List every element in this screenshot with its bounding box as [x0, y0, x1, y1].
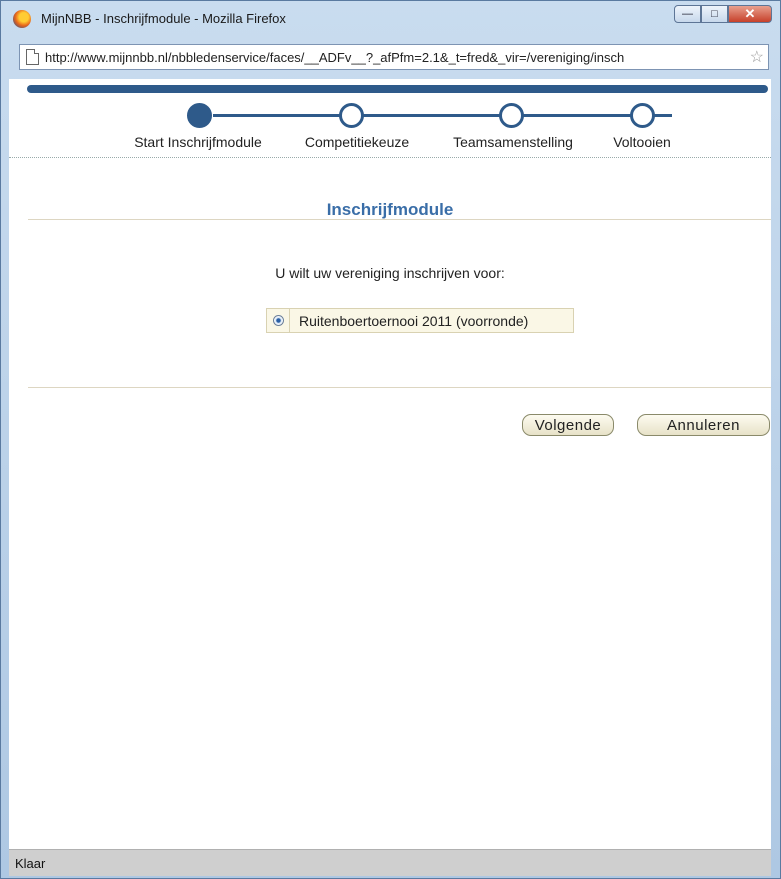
train-step-start-node: [187, 103, 212, 128]
maximize-icon: □: [711, 8, 718, 20]
train-step-voltooien-label[interactable]: Voltooien: [613, 134, 671, 150]
train-step-teamsamenstelling-label[interactable]: Teamsamenstelling: [453, 134, 573, 150]
competition-option[interactable]: Ruitenboertoernooi 2011 (voorronde): [266, 308, 574, 333]
firefox-icon: [13, 10, 31, 28]
progress-train: Start Inschrijfmodule Competitiekeuze Te…: [9, 79, 771, 169]
window-title: MijnNBB - Inschrijfmodule - Mozilla Fire…: [41, 11, 286, 26]
registration-prompt: U wilt uw vereniging inschrijven voor:: [275, 265, 505, 281]
maximize-button[interactable]: □: [701, 5, 728, 23]
close-icon: ✕: [744, 6, 756, 21]
cancel-button[interactable]: Annuleren: [637, 414, 770, 436]
train-step-competitiekeuze-label[interactable]: Competitiekeuze: [305, 134, 409, 150]
page-icon: [26, 49, 39, 65]
train-step-start-label: Start Inschrijfmodule: [134, 134, 262, 150]
minimize-icon: —: [682, 8, 693, 20]
close-button[interactable]: ✕: [728, 5, 772, 23]
next-button[interactable]: Volgende: [522, 414, 614, 436]
heading-divider: [28, 219, 771, 220]
title-bar: MijnNBB - Inschrijfmodule - Mozilla Fire…: [1, 1, 780, 39]
train-connector: [213, 114, 672, 117]
star-icon[interactable]: ☆: [750, 47, 764, 67]
address-bar[interactable]: http://www.mijnnbb.nl/nbbledenservice/fa…: [19, 44, 769, 70]
section-divider: [28, 387, 771, 388]
url-text[interactable]: http://www.mijnnbb.nl/nbbledenservice/fa…: [45, 50, 746, 65]
train-step-competitiekeuze-node[interactable]: [339, 103, 364, 128]
status-text: Klaar: [15, 855, 46, 871]
page-content: Start Inschrijfmodule Competitiekeuze Te…: [9, 79, 771, 849]
radio-cell[interactable]: [267, 309, 290, 332]
train-divider: [9, 157, 771, 158]
train-step-teamsamenstelling-node[interactable]: [499, 103, 524, 128]
radio-selected-icon[interactable]: [272, 315, 284, 326]
page-title: Inschrijfmodule: [326, 200, 454, 219]
status-bar: Klaar: [9, 849, 771, 876]
minimize-button[interactable]: —: [674, 5, 701, 23]
train-step-voltooien-node[interactable]: [630, 103, 655, 128]
competition-option-label[interactable]: Ruitenboertoernooi 2011 (voorronde): [299, 313, 528, 329]
window-controls: — □ ✕: [674, 5, 772, 25]
